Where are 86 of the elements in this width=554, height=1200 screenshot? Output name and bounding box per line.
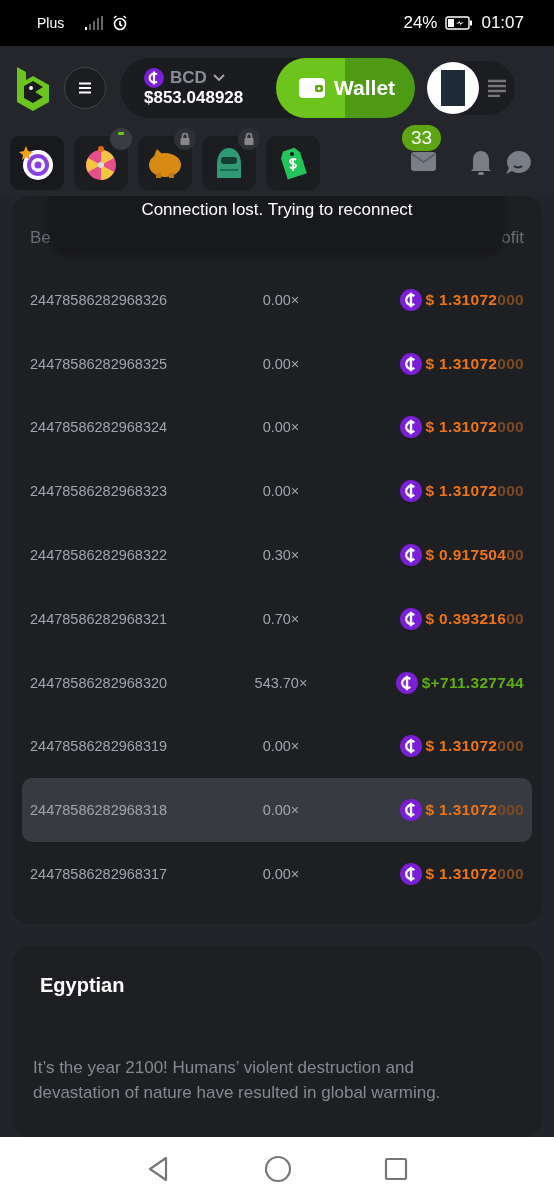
bet-row[interactable]: 24478586282968317 0.00× $ 1.31072000 (22, 842, 532, 906)
payout: 0.00× (261, 802, 301, 819)
profit-amount: $ 1.31072000 (425, 801, 524, 820)
game-description: It’s the year 2100! Humans’ violent destruction and devastation of nature have resulted in global warming. (33, 1056, 442, 1104)
game-title: Egyptian (40, 972, 126, 997)
price-tag-icon (278, 146, 308, 180)
target-icon (18, 144, 56, 182)
profit-amount: $ 0.91750400 (425, 546, 524, 565)
payout: 0.00× (261, 483, 301, 500)
coin-icon (399, 735, 422, 758)
payout: 0.00× (261, 291, 301, 308)
chevron-down-icon[interactable] (212, 74, 225, 82)
carrier-label: Plus (37, 15, 65, 31)
signal-icon (84, 16, 105, 30)
game-tile[interactable] (138, 136, 192, 190)
bet-id: 24478586282968319 (30, 738, 169, 755)
bet-id: 24478586282968322 (30, 547, 169, 564)
piggy-bank-icon (146, 148, 184, 178)
profit-amount: $ 1.31072000 (425, 482, 524, 501)
clock: 01:07 (481, 13, 524, 33)
avatar[interactable] (427, 62, 480, 114)
bet-id: 24478586282968325 (30, 355, 169, 372)
recents-icon[interactable] (384, 1156, 408, 1181)
coin-icon (399, 544, 422, 567)
column-header: Be (30, 228, 51, 248)
bet-row[interactable]: 24478586282968319 0.00× $ 1.31072000 (22, 714, 532, 779)
game-tile[interactable] (74, 136, 128, 190)
bet-id: 24478586282968320 (30, 674, 169, 691)
coin-icon (399, 352, 422, 375)
payout: 0.70× (261, 610, 301, 627)
bet-row[interactable]: 24478586282968325 0.00× $ 1.31072000 (22, 331, 532, 396)
profit-amount: $ 1.31072000 (425, 418, 524, 437)
home-icon[interactable] (264, 1154, 292, 1183)
logo-icon[interactable] (14, 64, 52, 112)
bet-id: 24478586282968317 (30, 866, 169, 883)
battery-percent: 24% (403, 13, 438, 33)
game-tile[interactable] (202, 136, 256, 190)
profit-amount: $+711.327744 (421, 673, 524, 692)
bet-id: 24478586282968321 (30, 610, 169, 627)
robot-icon (214, 146, 244, 180)
bet-id: 24478586282968323 (30, 483, 169, 500)
balance-amount: $853.048928 (144, 88, 245, 108)
payout: 0.00× (261, 355, 301, 372)
bet-row[interactable]: 24478586282968322 0.30× $ 0.91750400 (22, 523, 532, 587)
bet-row[interactable]: 24478586282968320 543.70× $+711.327744 (22, 650, 532, 715)
payout: 543.70× (253, 674, 309, 691)
payout: 0.00× (261, 419, 301, 436)
menu-button[interactable] (64, 67, 106, 109)
bet-row[interactable]: 24478586282968326 0.00× $ 1.31072000 (22, 268, 532, 332)
bet-row[interactable]: 24478586282968323 0.00× $ 1.31072000 (22, 459, 532, 524)
notification-badge: 33 (402, 125, 442, 151)
profit-amount: $ 1.31072000 (425, 354, 524, 373)
coin-icon (399, 799, 422, 822)
coin-icon (144, 68, 164, 88)
wallet-button[interactable]: Wallet (276, 58, 416, 118)
payout: 0.30× (261, 547, 301, 564)
bet-row[interactable]: 24478586282968321 0.70× $ 0.39321600 (22, 587, 532, 651)
coin-icon (399, 288, 422, 311)
wheel-icon (83, 145, 119, 181)
currency-selector[interactable]: BCD (170, 68, 207, 88)
profit-amount: $ 1.31072000 (425, 290, 524, 309)
coin-icon (399, 607, 422, 630)
battery-icon (445, 16, 474, 30)
coin-icon (399, 863, 422, 886)
payout: 0.00× (261, 738, 301, 755)
profit-amount: $ 0.39321600 (425, 609, 524, 628)
profit-amount: $ 1.31072000 (425, 865, 524, 884)
coin-icon (395, 671, 418, 694)
bet-id: 24478586282968324 (30, 419, 169, 436)
coin-icon (399, 416, 422, 439)
column-header: ofit (501, 228, 524, 248)
chat-icon[interactable] (504, 149, 532, 177)
profit-amount: $ 1.31072000 (425, 737, 524, 756)
menu-icon (78, 82, 92, 94)
bet-row[interactable]: 24478586282968324 0.00× $ 1.31072000 (22, 395, 532, 460)
game-tile[interactable] (266, 136, 320, 190)
bet-row[interactable]: 24478586282968318 0.00× $ 1.31072000 (22, 778, 532, 843)
bet-id: 24478586282968326 (30, 291, 169, 308)
coin-icon (399, 480, 422, 503)
bet-id: 24478586282968318 (30, 802, 169, 819)
list-icon[interactable] (487, 79, 508, 97)
mail-icon[interactable] (410, 149, 438, 173)
payout: 0.00× (261, 866, 301, 883)
game-tile[interactable] (10, 136, 64, 190)
alarm-icon (112, 15, 129, 31)
wallet-icon (298, 76, 326, 100)
